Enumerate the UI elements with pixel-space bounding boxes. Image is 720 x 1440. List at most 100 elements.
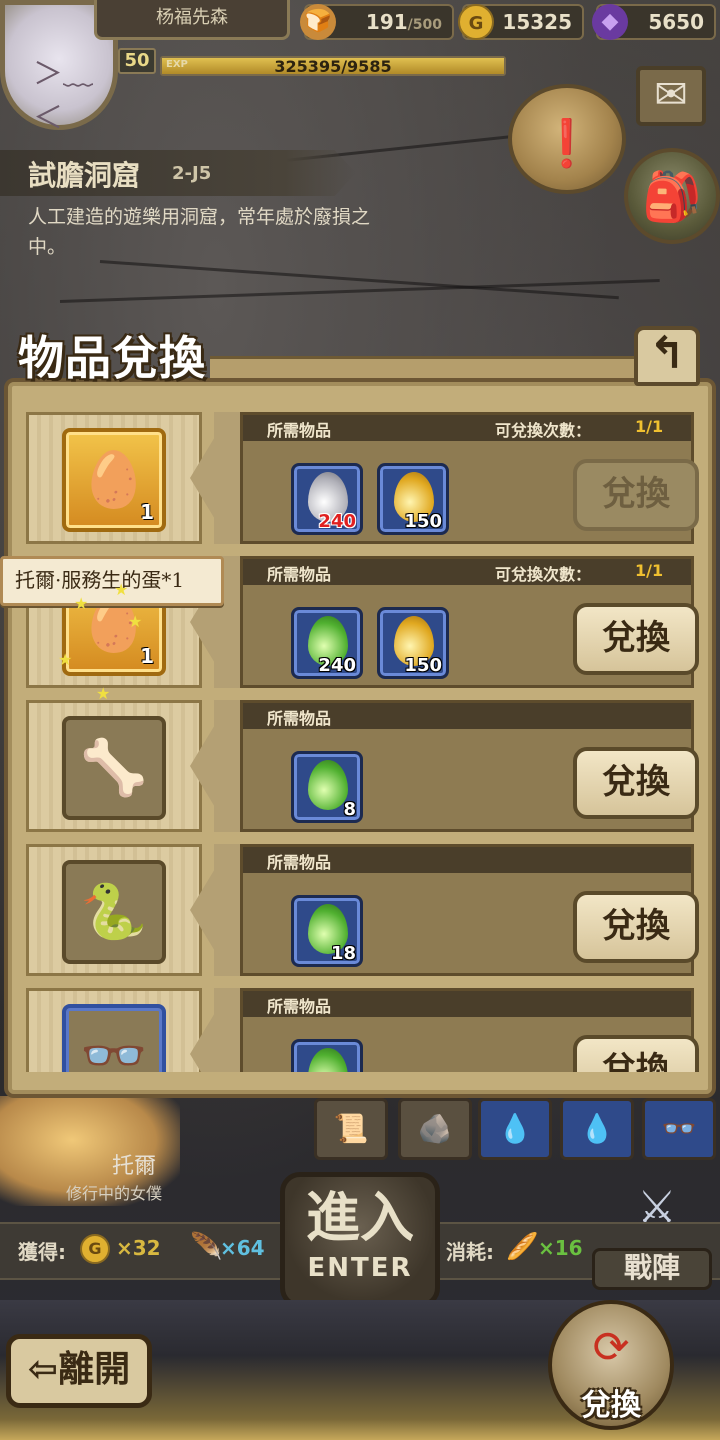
gold-drop-icon: 💧 — [579, 1112, 615, 1145]
material-amount: 240 — [318, 655, 356, 676]
exchange-button[interactable]: 兌換 — [573, 459, 699, 531]
gold-counter[interactable]: G 15325 — [458, 4, 584, 40]
sparkle-icon: ★ — [58, 650, 73, 669]
requirement-panel: 所需物品 可兌換次數： 1/1 240 150 兌換 — [240, 556, 699, 688]
team-slot[interactable]: 👓 — [642, 1098, 716, 1160]
cost-value: ×16 — [538, 1236, 583, 1260]
player-level: 50 — [118, 48, 156, 74]
reward-item[interactable]: 🦴 — [62, 716, 166, 820]
feather-icon: 🪶 — [190, 1232, 223, 1262]
green-drop-icon — [308, 1048, 348, 1072]
material-slot[interactable]: 150 — [377, 463, 449, 535]
exchange-row: 🦴 所需物品 8 兌換 — [26, 700, 702, 832]
reward-item[interactable]: 🥚 1 — [62, 428, 166, 532]
panel-title-strip — [210, 356, 638, 378]
exchange-count-value: 1/1 — [635, 417, 664, 436]
bread-icon: 🍞 — [300, 4, 336, 40]
team-slot[interactable]: 💧 — [560, 1098, 634, 1160]
stamina-counter[interactable]: 🍞 191/500 — [300, 4, 454, 40]
item-tooltip: 托爾·服務生的蛋*1 — [0, 556, 224, 606]
stage-name: 試膽洞窟 — [28, 159, 141, 192]
backpack-icon: 🎒 — [642, 169, 702, 225]
leave-button[interactable]: ⇦離開 — [6, 1334, 152, 1408]
sparkle-icon: ★ — [128, 612, 143, 631]
reward-item[interactable]: 🐍 — [62, 860, 166, 964]
reward-item[interactable]: 👓 — [62, 1004, 166, 1072]
material-slot[interactable]: 240 — [291, 463, 363, 535]
formation-button[interactable]: 戰陣 — [592, 1248, 712, 1290]
gold-coin-icon: G — [80, 1234, 110, 1264]
scroll-icon: ❗ — [538, 116, 596, 170]
gold-value: 15325 — [502, 10, 572, 34]
enter-sublabel: ENTER — [307, 1253, 413, 1283]
material-slot[interactable]: 8 — [291, 751, 363, 823]
exchange-menu-label: 兌換 — [581, 1388, 641, 1423]
back-button[interactable]: ↰ — [634, 326, 700, 386]
stage-code: 2-J5 — [172, 163, 212, 184]
required-items-label: 所需物品 — [267, 709, 332, 728]
avatar-face-icon: ＞﹏＜ — [33, 57, 93, 136]
sparkle-icon: ★ — [114, 580, 129, 599]
exchange-cycle-icon: ⟳ — [592, 1322, 630, 1373]
backpack-button[interactable]: 🎒 — [624, 148, 720, 244]
enter-label: 進入 — [306, 1186, 414, 1249]
team-slot[interactable]: 📜 — [314, 1098, 388, 1160]
exchange-row: 🐍 所需物品 18 兌換 — [26, 844, 702, 976]
stamina-value: 191 — [365, 10, 408, 34]
tail-icon: 🐍 — [80, 880, 148, 943]
team-slot[interactable]: 💧 — [478, 1098, 552, 1160]
glasses-icon: 👓 — [80, 1024, 148, 1072]
exchange-row: 🥚 1 所需物品 可兌換次數： 1/1 240 150 兌換 — [26, 412, 702, 544]
requirement-panel: 所需物品兌換 — [240, 988, 699, 1072]
exchange-count-value: 1/1 — [635, 561, 664, 580]
stage-description: 人工建造的遊樂用洞窟，常年處於廢損之中。 — [28, 206, 371, 258]
quest-scroll-button[interactable]: ❗ — [508, 84, 626, 194]
exchange-button[interactable]: 兌換 — [573, 1035, 699, 1072]
material-slot[interactable]: 240 — [291, 607, 363, 679]
team-slot[interactable]: 🪨 — [398, 1098, 472, 1160]
gold-coin-icon: G — [458, 4, 494, 40]
exchange-menu-button[interactable]: ⟳ 兌換 — [548, 1300, 674, 1430]
requirement-panel: 所需物品 可兌換次數： 1/1 240 150 兌換 — [240, 412, 699, 544]
leave-label: 離開 — [58, 1349, 131, 1390]
material-slot[interactable]: 150 — [377, 607, 449, 679]
gem-counter[interactable]: ◆ 5650 — [592, 4, 716, 40]
exchange-button[interactable]: 兌換 — [573, 603, 699, 675]
glasses-item-icon: 👓 — [661, 1112, 697, 1145]
reward-qty: 1 — [140, 500, 154, 524]
mail-button[interactable]: ✉ — [636, 66, 706, 126]
enter-button[interactable]: 進入 ENTER — [280, 1172, 440, 1308]
return-arrow-icon: ↰ — [648, 328, 686, 379]
required-items-label: 所需物品 — [267, 421, 332, 440]
required-items-label: 所需物品 — [267, 565, 332, 584]
stamina-max: /500 — [407, 17, 442, 33]
team-strip: 📜 🪨 💧 💧 👓 — [310, 1098, 720, 1162]
exchange-button[interactable]: 兌換 — [573, 891, 699, 963]
reward-qty: 1 — [140, 644, 154, 668]
exp-bar: EXP 325395/9585 — [160, 56, 506, 76]
formation-icon: ⚔ — [637, 1182, 677, 1233]
panel-title: 物品兌換 — [18, 331, 206, 385]
exchange-count-label: 可兌換次數： — [495, 421, 592, 440]
sparkle-icon: ★ — [96, 684, 111, 703]
gain-gold: ×32 — [116, 1236, 161, 1260]
purple-gem-icon: ◆ — [592, 4, 628, 40]
green-drop-icon — [308, 760, 348, 810]
exchange-button[interactable]: 兌換 — [573, 747, 699, 819]
exp-value: 325395/9585 — [274, 57, 392, 76]
material-slot[interactable]: 18 — [291, 895, 363, 967]
gain-label: 獲得: — [18, 1240, 66, 1264]
material-slot[interactable] — [291, 1039, 363, 1072]
exchange-list[interactable]: 🥚 1 所需物品 可兌換次數： 1/1 240 150 兌換 🥚 1 所需物品 可兌換次數： 1/1 24… — [16, 388, 706, 1072]
gem-value: 5650 — [648, 10, 704, 34]
exchange-row: 👓 所需物品兌換 — [26, 988, 702, 1072]
sparkle-icon: ★ — [74, 594, 89, 613]
ore-item-icon: 🪨 — [417, 1112, 453, 1145]
hero-title: 修行中的女僕 — [66, 1184, 163, 1203]
material-amount: 240 — [318, 511, 356, 532]
cost-label: 消耗: — [446, 1240, 494, 1264]
material-amount: 150 — [404, 655, 442, 676]
player-name: 杨福先森 — [94, 0, 290, 40]
required-items-label: 所需物品 — [267, 997, 332, 1016]
material-amount: 18 — [330, 943, 356, 964]
